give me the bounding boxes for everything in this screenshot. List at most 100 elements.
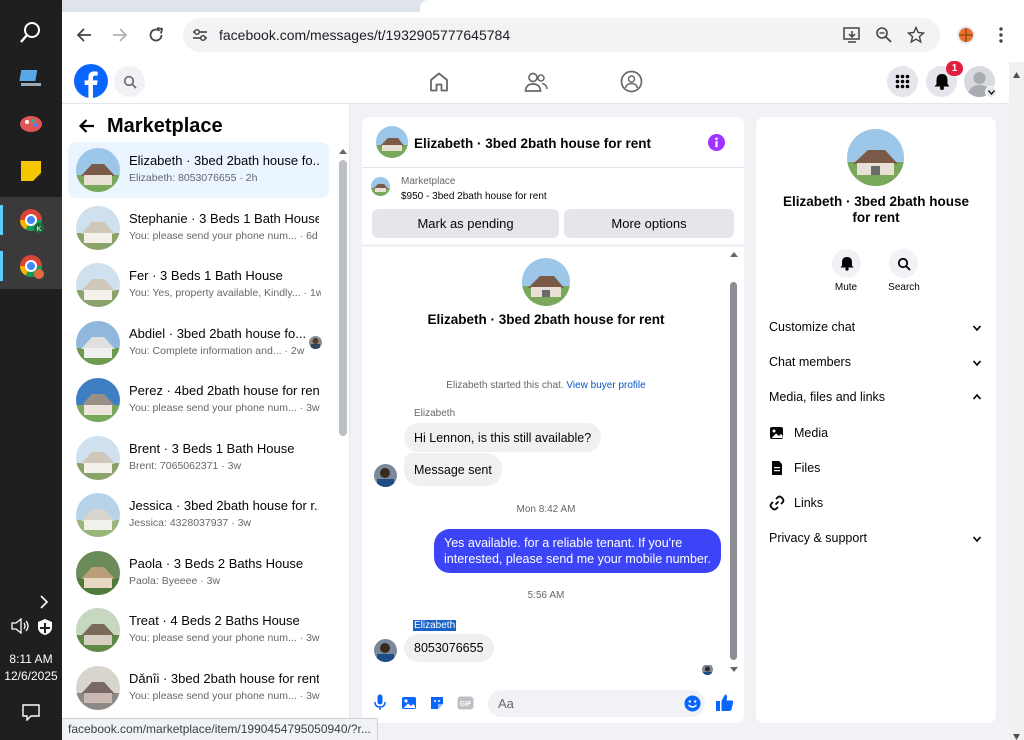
conversation-item[interactable]: Dǎnîi · 3bed 2bath house for rent You: pl… bbox=[68, 660, 329, 716]
chevron-up-tray-icon[interactable] bbox=[38, 595, 50, 612]
contact-avatar[interactable] bbox=[847, 129, 904, 186]
notification-center-icon[interactable] bbox=[22, 703, 40, 724]
listing-title[interactable]: $950 - 3bed 2bath house for rent bbox=[401, 191, 547, 202]
conversation-item[interactable]: Stephanie · 3 Beds 1 Bath House You: plea… bbox=[68, 200, 329, 256]
scroll-up-arrow-icon[interactable] bbox=[1013, 66, 1020, 81]
mute-label[interactable]: Mute bbox=[826, 282, 866, 293]
paint-app-icon[interactable] bbox=[0, 101, 62, 147]
conversation-preview: You: please send your phone num... · 3w bbox=[129, 689, 320, 702]
sender-name: Elizabeth bbox=[414, 408, 456, 419]
install-app-icon[interactable] bbox=[843, 26, 861, 47]
sticker-icon[interactable] bbox=[429, 695, 445, 714]
back-arrow-icon[interactable] bbox=[72, 23, 96, 47]
link-icon bbox=[769, 495, 785, 511]
info-icon[interactable] bbox=[708, 134, 725, 151]
media-item[interactable]: Media bbox=[769, 425, 828, 441]
kebab-menu-icon[interactable] bbox=[996, 27, 1006, 46]
chevron-down-icon[interactable] bbox=[972, 323, 982, 333]
chrome-profile-icon[interactable] bbox=[0, 243, 62, 289]
my-message-bubble[interactable]: Yes available. for a reliable tenant. If… bbox=[434, 529, 721, 573]
conversation-list-panel: Marketplace Elizabeth · 3bed 2bath house… bbox=[62, 104, 350, 740]
friends-icon[interactable] bbox=[524, 71, 548, 96]
security-shield-icon[interactable] bbox=[37, 618, 53, 639]
computer-app-icon[interactable] bbox=[0, 55, 62, 101]
site-info-icon[interactable] bbox=[192, 27, 208, 46]
like-thumbs-up-icon[interactable] bbox=[715, 693, 734, 715]
home-icon[interactable] bbox=[428, 71, 450, 96]
fb-search-icon[interactable] bbox=[114, 66, 145, 97]
chat-header-avatar[interactable] bbox=[376, 126, 408, 158]
message-bubble[interactable]: Hi Lennon, is this still available? bbox=[404, 423, 602, 452]
active-tab[interactable] bbox=[420, 0, 1024, 12]
conversation-preview: Jessica: 4328037937 · 3w bbox=[129, 517, 251, 529]
customize-chat-item[interactable]: Customize chat bbox=[769, 320, 855, 334]
profile-avatar-icon[interactable] bbox=[957, 26, 975, 44]
conversation-name: Brent · 3 Beds 1 Bath House bbox=[129, 440, 295, 456]
account-chevron-icon[interactable] bbox=[985, 86, 997, 98]
conversation-item[interactable]: Abdiel · 3bed 2bath house fo... You: Comp… bbox=[68, 315, 329, 371]
media-files-links-item[interactable]: Media, files and links bbox=[769, 390, 885, 404]
chat-members-item[interactable]: Chat members bbox=[769, 355, 851, 369]
chat-title[interactable]: Elizabeth · 3bed 2bath house for rent bbox=[414, 136, 651, 151]
more-options-button[interactable]: More options bbox=[564, 209, 734, 238]
forward-arrow-icon[interactable] bbox=[108, 23, 132, 47]
message-input[interactable]: Aa bbox=[488, 690, 705, 717]
chevron-down-icon[interactable] bbox=[972, 534, 982, 544]
scroll-down-arrow-icon[interactable] bbox=[1013, 728, 1020, 740]
svg-text:GIF: GIF bbox=[460, 701, 472, 708]
reload-icon[interactable] bbox=[144, 23, 168, 47]
contact-avatar-large[interactable] bbox=[522, 258, 570, 306]
mark-as-pending-button[interactable]: Mark as pending bbox=[372, 209, 559, 238]
clock-date[interactable]: 12/6/2025 bbox=[0, 669, 62, 683]
photo-gallery-icon[interactable] bbox=[401, 695, 417, 714]
files-label: Files bbox=[794, 461, 821, 475]
message-bubble[interactable]: Message sent bbox=[404, 453, 502, 486]
conversation-item[interactable]: Elizabeth · 3bed 2bath house fo... Elizab… bbox=[68, 142, 329, 198]
page-scrollbar[interactable] bbox=[1009, 62, 1024, 740]
volume-icon[interactable] bbox=[11, 617, 31, 637]
conversation-name: Dǎnîi · 3bed 2bath house for rent bbox=[129, 670, 319, 686]
search-icon[interactable] bbox=[0, 9, 62, 55]
conversation-item[interactable]: Brent · 3 Beds 1 Bath House Brent: 706506… bbox=[68, 430, 329, 486]
sender-name-highlighted: Elizabeth bbox=[413, 620, 457, 631]
emoji-icon[interactable] bbox=[684, 695, 701, 715]
chevron-up-icon[interactable] bbox=[972, 392, 982, 402]
list-scrollbar[interactable] bbox=[338, 146, 348, 740]
menu-grid-icon[interactable] bbox=[887, 66, 918, 97]
microphone-icon[interactable] bbox=[374, 694, 386, 714]
listing-thumbnail[interactable] bbox=[371, 177, 390, 196]
links-item[interactable]: Links bbox=[769, 495, 823, 511]
mute-bell-icon[interactable] bbox=[832, 249, 861, 278]
view-buyer-profile-link[interactable]: View buyer profile bbox=[566, 380, 645, 391]
sender-avatar[interactable] bbox=[374, 464, 397, 487]
url-text[interactable]: facebook.com/messages/t/1932905777645784 bbox=[219, 27, 510, 43]
conversation-item[interactable]: Fer · 3 Beds 1 Bath House You: Yes, prope… bbox=[68, 257, 329, 313]
conversation-item[interactable]: Perez · 4bed 2bath house for rent You: pl… bbox=[68, 372, 329, 428]
facebook-logo-icon[interactable] bbox=[74, 64, 108, 101]
sender-avatar[interactable] bbox=[374, 639, 397, 662]
message-bubble[interactable]: 8053076655 bbox=[404, 634, 494, 662]
divider bbox=[362, 244, 744, 247]
seen-receipt-avatar bbox=[702, 664, 713, 675]
chevron-down-icon[interactable] bbox=[972, 358, 982, 368]
zoom-icon[interactable] bbox=[875, 26, 893, 47]
privacy-support-item[interactable]: Privacy & support bbox=[769, 531, 867, 545]
clock-time[interactable]: 8:11 AM bbox=[0, 652, 62, 666]
bookmark-star-icon[interactable] bbox=[906, 25, 926, 47]
back-arrow-icon[interactable] bbox=[78, 117, 96, 138]
groups-icon[interactable] bbox=[620, 70, 643, 96]
sticky-notes-icon[interactable] bbox=[0, 148, 62, 194]
chat-scrollbar[interactable] bbox=[728, 250, 740, 676]
conversation-item[interactable]: Jessica · 3bed 2bath house for r... Jessi… bbox=[68, 487, 329, 543]
conversation-name: Abdiel · 3bed 2bath house fo... bbox=[129, 325, 307, 341]
chrome-profile-k-icon[interactable]: K bbox=[0, 197, 62, 243]
read-receipt-avatar bbox=[309, 336, 322, 349]
started-text: Elizabeth started this chat. bbox=[446, 380, 564, 391]
files-item[interactable]: Files bbox=[769, 460, 820, 476]
conversation-item[interactable]: Paola · 3 Beds 2 Baths House Paola: Byeee… bbox=[68, 545, 329, 601]
search-label[interactable]: Search bbox=[883, 282, 925, 293]
conversation-item[interactable]: Treat · 4 Beds 2 Baths House You: please … bbox=[68, 602, 329, 658]
conversation-name: Fer · 3 Beds 1 Bath House bbox=[129, 268, 283, 283]
gif-icon[interactable]: GIF bbox=[457, 696, 474, 713]
search-in-chat-icon[interactable] bbox=[889, 249, 918, 278]
